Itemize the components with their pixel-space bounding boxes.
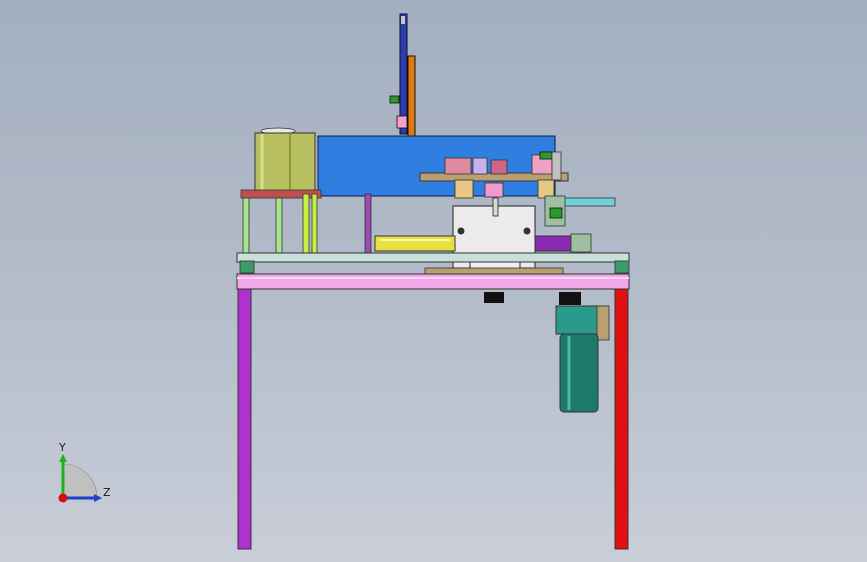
bearing-block-right <box>559 292 581 305</box>
left-foot <box>239 260 255 274</box>
z-axis-label: Z <box>103 486 111 499</box>
right-foot <box>614 260 630 274</box>
y-axis-label: Y <box>59 441 66 454</box>
table-leg-right[interactable] <box>614 288 629 550</box>
triad-plane <box>62 463 98 499</box>
tank-stand <box>242 193 372 255</box>
machine-base <box>424 267 564 275</box>
x-axis-dot <box>58 493 68 503</box>
table-leg-left[interactable] <box>237 288 252 550</box>
upper-housing[interactable] <box>317 135 556 197</box>
feed-tank[interactable] <box>240 127 322 199</box>
vertical-slide[interactable] <box>389 13 416 137</box>
bearing-block-left <box>484 292 504 303</box>
model-canvas[interactable] <box>0 0 867 562</box>
drive-motor[interactable] <box>555 305 610 413</box>
side-arm[interactable] <box>544 195 616 227</box>
base-plate <box>236 252 630 263</box>
cad-viewport[interactable]: Y Z <box>0 0 867 562</box>
table-top-rail[interactable] <box>236 273 630 290</box>
